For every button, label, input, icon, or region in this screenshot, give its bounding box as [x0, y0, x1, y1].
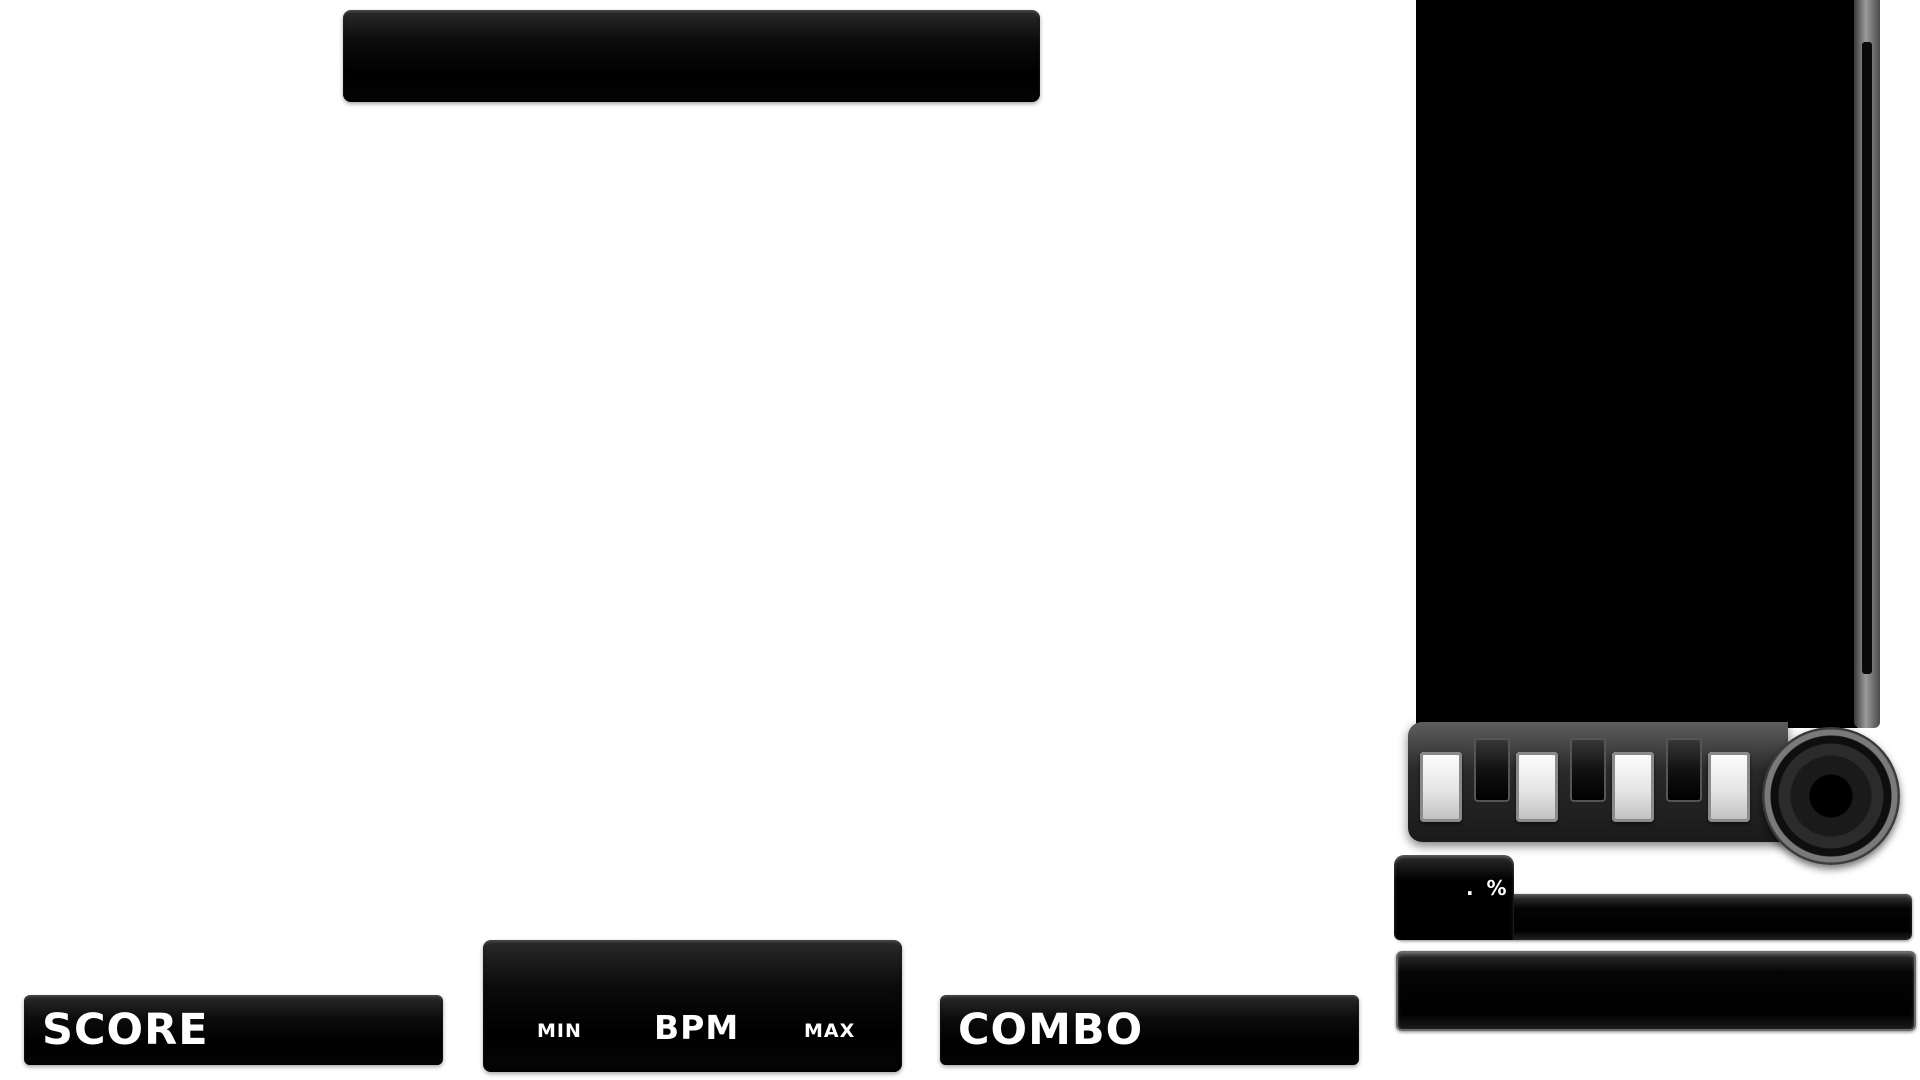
- lane-gauge-track: [1862, 42, 1872, 674]
- combo-panel: COMBO: [940, 995, 1359, 1065]
- key-3: [1516, 752, 1558, 822]
- key-5: [1612, 752, 1654, 822]
- combo-label: COMBO: [958, 1005, 1144, 1055]
- bpm-panel: MIN BPM MAX: [483, 940, 902, 1072]
- turntable-icon: [1762, 727, 1900, 865]
- key-6: [1666, 738, 1702, 802]
- song-title-bar: [343, 10, 1040, 102]
- score-label: SCORE: [42, 1005, 209, 1055]
- key-4: [1570, 738, 1606, 802]
- note-lane: [1416, 0, 1858, 728]
- key-1: [1420, 752, 1462, 822]
- gauge-percent-text: . %: [1466, 876, 1510, 900]
- key-2: [1474, 738, 1510, 802]
- bpm-max-label: MAX: [804, 1020, 856, 1042]
- bpm-min-label: MIN: [537, 1020, 582, 1042]
- score-panel: SCORE: [24, 995, 443, 1065]
- key-7: [1708, 752, 1750, 822]
- bpm-label: BPM: [654, 1008, 740, 1047]
- info-bar: [1396, 951, 1916, 1031]
